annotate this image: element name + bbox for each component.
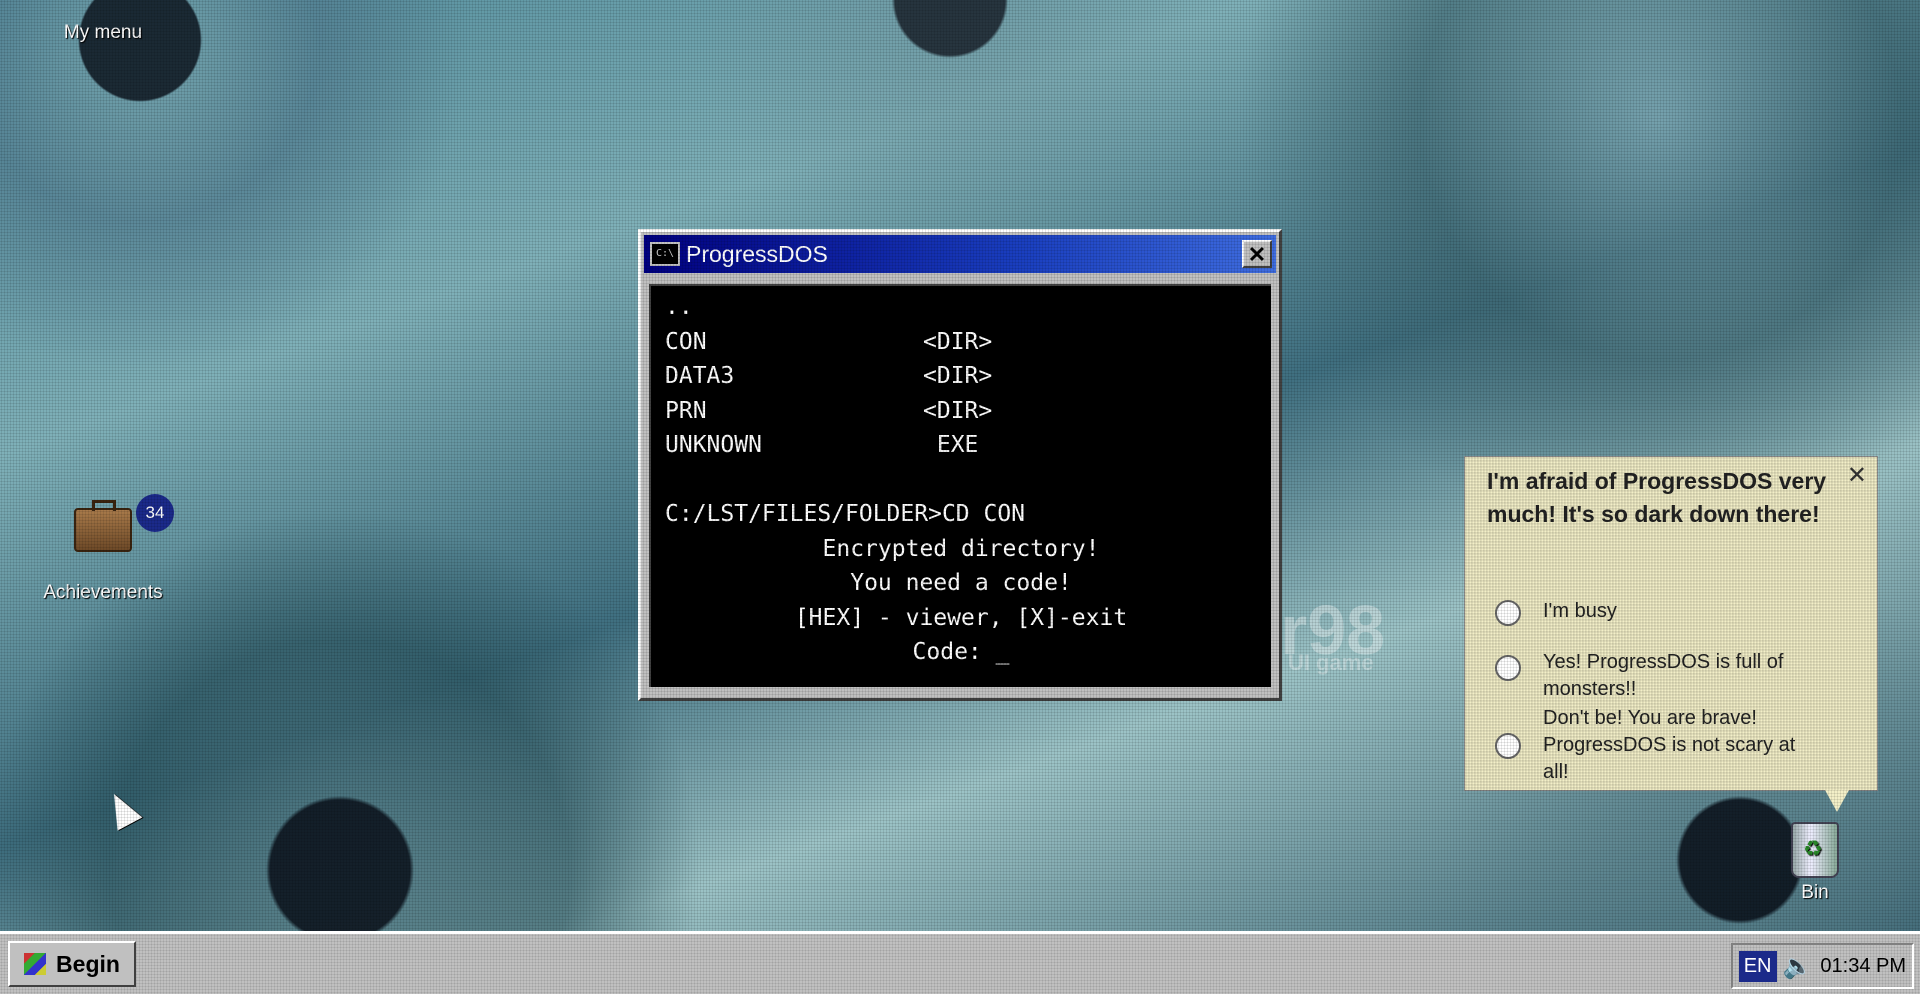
listing-row: CON <DIR> [665, 328, 993, 355]
desktop-icon-achievements[interactable]: 34 Achievements [28, 494, 178, 604]
answer-option[interactable]: Don't be! You are brave! ProgressDOS is … [1495, 705, 1823, 786]
console-message: [HEX] - viewer, [X]-exit [794, 604, 1128, 631]
code-input[interactable]: Code: _ [665, 635, 1257, 670]
taskbar: Begin EN 🔈 01:34 PM [0, 931, 1920, 994]
desktop-icon-bin[interactable]: Bin [1740, 822, 1890, 904]
radio-button[interactable] [1495, 733, 1521, 759]
recycle-bin-icon [1791, 822, 1839, 878]
console-output[interactable]: .. CON <DIR> DATA3 <DIR> PRN <DIR> UNKNOWN … [649, 284, 1271, 687]
popup-question: I'm afraid of ProgressDOS very much! It'… [1487, 468, 1827, 527]
window-title: ProgressDOS [686, 240, 828, 267]
system-tray: EN 🔈 01:34 PM [1730, 943, 1914, 989]
answer-option[interactable]: Yes! ProgressDOS is full of monsters!! [1495, 649, 1823, 703]
clock: 01:34 PM [1820, 954, 1906, 977]
listing-row: UNKNOWN EXE [665, 432, 979, 458]
console-message: You need a code! [850, 570, 1072, 596]
console-icon: C:\ [650, 242, 680, 266]
desktop-icon-label: Bin [1801, 882, 1829, 903]
wallpaper-watermark-subtitle: UI game [1288, 650, 1374, 675]
start-logo-icon [24, 953, 47, 975]
mouse-cursor-icon [101, 787, 143, 831]
answer-option[interactable]: I'm busy [1495, 594, 1823, 628]
console-message: Encrypted directory! [822, 535, 1100, 562]
speaker-icon[interactable]: 🔈 [1783, 952, 1813, 981]
desktop-icon-my-menu[interactable]: My menu [28, 0, 178, 44]
answer-label: I'm busy [1543, 600, 1617, 622]
radio-button[interactable] [1495, 600, 1521, 626]
answer-label: Don't be! You are brave! ProgressDOS is … [1543, 707, 1796, 783]
begin-label: Begin [56, 950, 120, 977]
briefcase-icon [74, 500, 132, 552]
desktop-icon-label: My menu [63, 22, 143, 43]
begin-button[interactable]: Begin [8, 941, 136, 987]
command-prompt: C:/LST/FILES/FOLDER>CD CON [665, 501, 1026, 527]
chat-popup: I'm afraid of ProgressDOS very much! It'… [1464, 456, 1878, 812]
close-icon[interactable]: ✕ [1847, 461, 1867, 490]
language-indicator[interactable]: EN [1738, 950, 1777, 982]
listing-row: .. [665, 294, 693, 320]
listing-row: DATA3 <DIR> [665, 363, 993, 389]
radio-button[interactable] [1495, 655, 1521, 681]
close-button[interactable]: ✕ [1242, 240, 1272, 268]
listing-row: PRN <DIR> [665, 397, 993, 424]
achievements-count-badge: 34 [136, 494, 174, 532]
window-titlebar[interactable]: C:\ ProgressDOS ✕ [644, 235, 1276, 273]
desktop-icon-label: Achievements [43, 582, 163, 603]
desktop: My menu 34 Achievements Bin r98 UI game … [0, 0, 1920, 931]
answer-label: Yes! ProgressDOS is full of monsters!! [1543, 651, 1784, 700]
progressdos-window: C:\ ProgressDOS ✕ .. CON <DIR> DATA3 <DIR>… [638, 229, 1282, 701]
